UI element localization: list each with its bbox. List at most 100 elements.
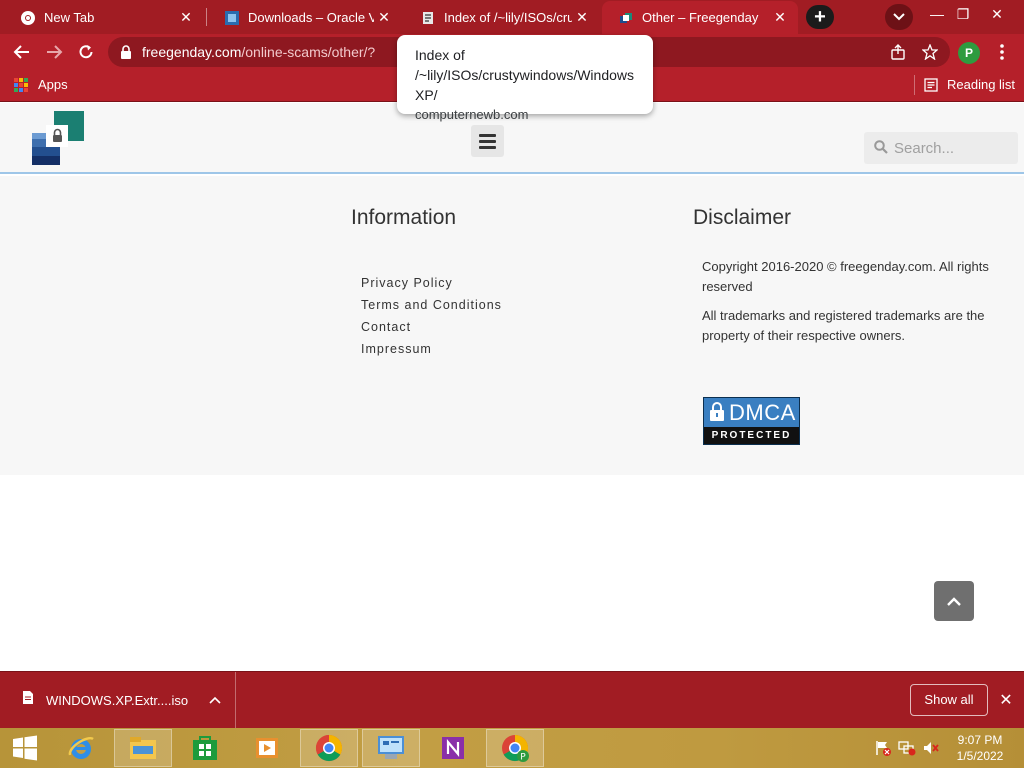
tab-index-isos[interactable]: Index of /~lily/ISOs/crust ✕ xyxy=(404,1,600,34)
site-logo[interactable] xyxy=(32,111,84,165)
window-close-button[interactable]: ✕ xyxy=(982,0,1012,28)
svg-text:P: P xyxy=(520,753,526,763)
restore-button[interactable]: ❐ xyxy=(948,0,978,28)
chrome-icon xyxy=(315,734,343,762)
star-icon xyxy=(922,44,938,60)
tab-other-freegenday[interactable]: Other – Freegenday ✕ xyxy=(602,1,798,34)
file-icon xyxy=(22,690,34,710)
arrow-left-icon xyxy=(13,45,29,59)
tab-search-button[interactable] xyxy=(885,4,913,30)
tab-title: New Tab xyxy=(44,10,95,25)
taskbar-chrome-profile[interactable]: P xyxy=(486,729,544,767)
impressum-link[interactable]: Impressum xyxy=(361,338,502,360)
disclaimer-heading: Disclaimer xyxy=(693,206,792,229)
internet-explorer-icon xyxy=(68,736,94,759)
clock-time: 9:07 PM xyxy=(957,733,1003,747)
share-button[interactable] xyxy=(886,40,910,64)
tab-separator xyxy=(206,8,207,26)
windows-logo-icon xyxy=(13,735,37,761)
contact-link[interactable]: Contact xyxy=(361,316,502,338)
folder-icon xyxy=(130,737,156,759)
chrome-profile-icon: P xyxy=(502,734,529,763)
taskbar-media-player[interactable] xyxy=(238,729,296,767)
dmca-word: DMCA xyxy=(729,400,796,425)
back-button[interactable] xyxy=(10,40,34,64)
new-tab-button[interactable]: + xyxy=(806,5,834,29)
menu-toggle-button[interactable] xyxy=(471,125,504,157)
search-icon xyxy=(874,140,888,159)
apps-grid-icon xyxy=(14,77,28,92)
taskbar-internet-explorer[interactable] xyxy=(52,729,110,767)
disclaimer-text: Copyright 2016-2020 © freegenday.com. Al… xyxy=(702,257,1002,355)
information-heading: Information xyxy=(351,206,457,229)
action-center-flag-icon[interactable] xyxy=(874,740,892,756)
information-links: Privacy Policy Terms and Conditions Cont… xyxy=(361,272,502,360)
lock-icon[interactable] xyxy=(120,45,132,64)
profile-avatar[interactable]: P xyxy=(958,42,980,64)
close-icon[interactable]: ✕ xyxy=(770,8,790,28)
taskbar-onenote[interactable] xyxy=(424,729,482,767)
taskbar-file-explorer[interactable] xyxy=(114,729,172,767)
taskbar-control-panel[interactable] xyxy=(362,729,420,767)
hover-card-domain: computernewb.com xyxy=(415,107,529,122)
reading-list-icon xyxy=(924,77,938,92)
hover-card-title: Index of /~lily/ISOs/crustywindows/Windo… xyxy=(415,47,635,103)
clock-date: 1/5/2022 xyxy=(956,749,1004,763)
site-search-box[interactable] xyxy=(864,132,1018,164)
apps-shortcut[interactable]: Apps xyxy=(14,77,68,92)
forward-button[interactable] xyxy=(42,40,66,64)
bookmarks-separator xyxy=(914,75,915,95)
trademark-text: All trademarks and registered trademarks… xyxy=(702,308,985,343)
chrome-icon xyxy=(20,10,36,26)
reading-list-label: Reading list xyxy=(947,77,1015,92)
reading-list-button[interactable]: Reading list xyxy=(924,77,1015,92)
back-to-top-button[interactable] xyxy=(934,581,974,621)
chevron-up-icon[interactable] xyxy=(209,691,221,709)
url-host: freegenday.com xyxy=(142,44,242,60)
chrome-menu-button[interactable] xyxy=(990,40,1014,64)
tab-title: Downloads – Oracle VM V xyxy=(248,10,374,25)
close-icon[interactable]: ✕ xyxy=(176,8,196,28)
store-icon xyxy=(193,736,217,760)
close-icon[interactable]: ✕ xyxy=(572,8,592,28)
bookmark-star-button[interactable] xyxy=(918,40,942,64)
tab-hover-card: Index of /~lily/ISOs/crustywindows/Windo… xyxy=(397,35,653,122)
show-all-downloads-button[interactable]: Show all xyxy=(910,684,988,716)
tab-downloads-oracle[interactable]: Downloads – Oracle VM V ✕ xyxy=(208,1,402,34)
dmca-badge[interactable]: DMCA PROTECTED xyxy=(703,397,800,445)
web-page: Information Privacy Policy Terms and Con… xyxy=(0,103,1024,671)
dmca-protected: PROTECTED xyxy=(704,427,799,444)
tab-strip: New Tab ✕ Downloads – Oracle VM V ✕ Inde… xyxy=(0,0,1024,34)
hamburger-icon xyxy=(479,133,496,137)
onenote-icon xyxy=(442,737,464,759)
start-button[interactable] xyxy=(0,729,50,767)
url-text: freegenday.com/online-scams/other/? xyxy=(142,44,375,60)
taskbar-chrome[interactable] xyxy=(300,729,358,767)
freegenday-icon xyxy=(618,10,634,26)
download-shelf: WINDOWS.XP.Extr....iso Show all ✕ xyxy=(0,671,1024,728)
network-icon[interactable] xyxy=(898,740,916,756)
apps-label: Apps xyxy=(38,77,68,92)
footer-widgets: Information Privacy Policy Terms and Con… xyxy=(0,176,1024,475)
url-path: /online-scams/other/? xyxy=(241,44,376,60)
close-shelf-button[interactable]: ✕ xyxy=(996,690,1016,710)
windows-taskbar: P 9:07 PM 1/5/2022 xyxy=(0,728,1024,768)
virtualbox-icon xyxy=(224,10,240,26)
taskbar-store[interactable] xyxy=(176,729,234,767)
download-item[interactable]: WINDOWS.XP.Extr....iso xyxy=(0,672,236,728)
arrow-right-icon xyxy=(47,45,63,59)
directory-icon xyxy=(420,10,436,26)
download-file-name: WINDOWS.XP.Extr....iso xyxy=(46,692,189,708)
close-icon[interactable]: ✕ xyxy=(374,8,394,28)
privacy-policy-link[interactable]: Privacy Policy xyxy=(361,272,502,294)
reload-button[interactable] xyxy=(74,40,98,64)
padlock-icon xyxy=(709,402,725,427)
media-player-icon xyxy=(256,738,278,758)
chevron-down-icon xyxy=(893,13,905,21)
system-clock[interactable]: 9:07 PM 1/5/2022 xyxy=(950,732,1010,764)
search-input[interactable] xyxy=(894,136,1014,160)
volume-muted-icon[interactable] xyxy=(922,740,940,756)
terms-link[interactable]: Terms and Conditions xyxy=(361,294,502,316)
share-icon xyxy=(891,44,905,60)
tab-new-tab[interactable]: New Tab ✕ xyxy=(4,1,204,34)
